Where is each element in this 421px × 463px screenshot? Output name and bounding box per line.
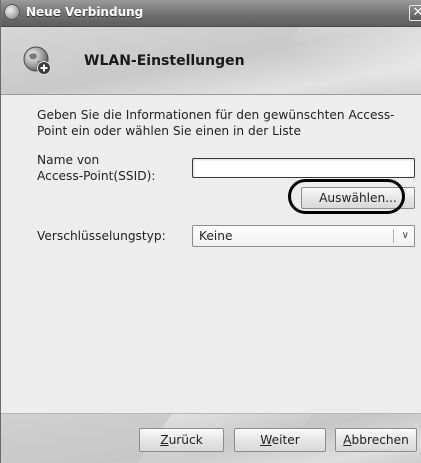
network-globe-add-icon [23, 46, 51, 75]
encryption-type-select[interactable]: Keine ∨ [192, 225, 415, 247]
content-panel: Geben Sie die Informationen für den gewü… [1, 95, 421, 414]
close-icon: ✕ [412, 5, 421, 20]
ssid-label-line: Name von [37, 153, 100, 167]
description: Geben Sie die Informationen für den gewü… [37, 107, 421, 139]
select-access-point-button[interactable]: Auswählen... [301, 187, 415, 209]
title-bar[interactable]: Neue Verbindung ✕ [1, 0, 421, 27]
ssid-input[interactable] [192, 158, 415, 178]
cancel-label: bbrechen [351, 433, 409, 447]
cancel-button[interactable]: Abbrechen [335, 428, 417, 452]
next-mnemonic: W [260, 433, 272, 447]
app-icon [4, 4, 20, 20]
next-label: eiter [271, 433, 300, 447]
page-title: WLAN-Einstellungen [84, 53, 245, 69]
description-line: Point ein oder wählen Sie einen in der L… [37, 124, 301, 138]
button-bar: Zurück Weiter Abbrechen [1, 414, 421, 463]
back-mnemonic: Z [160, 433, 169, 447]
close-button[interactable]: ✕ [409, 5, 421, 21]
back-label: urück [168, 433, 203, 447]
header-banner: WLAN-Einstellungen [1, 27, 421, 95]
select-divider [393, 229, 394, 243]
encryption-label: Verschlüsselungstyp: [37, 229, 166, 243]
window-title: Neue Verbindung [26, 5, 144, 19]
back-button[interactable]: Zurück [139, 428, 224, 452]
dialog-window: Neue Verbindung ✕ WLAN-Einstellungen Geb… [0, 0, 421, 463]
next-button[interactable]: Weiter [234, 428, 326, 452]
ssid-label-line: Access-Point(SSID): [37, 169, 156, 183]
ssid-label: Name von Access-Point(SSID): [37, 152, 155, 184]
description-line: Geben Sie die Informationen für den gewü… [37, 108, 395, 122]
encryption-selected-value: Keine [199, 229, 233, 243]
chevron-down-icon: ∨ [401, 230, 409, 241]
